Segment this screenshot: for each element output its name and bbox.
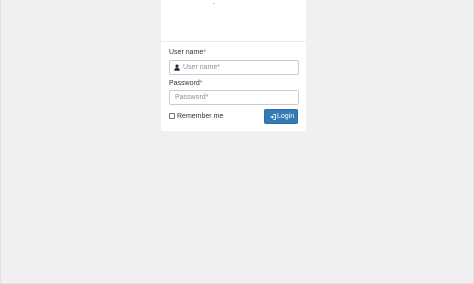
remember-checkbox[interactable] — [169, 113, 175, 119]
required-marker: * — [203, 49, 206, 56]
password-label-text: Password — [169, 80, 200, 87]
login-button-label: Login — [277, 113, 295, 120]
login-page: User name* User name* Password* Password… — [0, 0, 474, 284]
logo-placeholder — [213, 3, 215, 4]
username-input[interactable]: User name* — [169, 60, 299, 75]
password-label: Password* — [169, 80, 202, 87]
required-marker: * — [199, 80, 203, 87]
password-placeholder: Password* — [175, 94, 209, 101]
password-input[interactable]: Password* — [169, 90, 299, 105]
user-icon — [174, 64, 180, 71]
login-button[interactable]: Login — [264, 109, 298, 124]
username-placeholder: User name* — [183, 64, 220, 71]
username-label-text: User name — [169, 49, 204, 56]
card-header — [161, 0, 306, 42]
username-label: User name* — [169, 49, 206, 56]
sign-in-icon — [270, 114, 276, 120]
remember-label: Remember me — [177, 113, 224, 120]
